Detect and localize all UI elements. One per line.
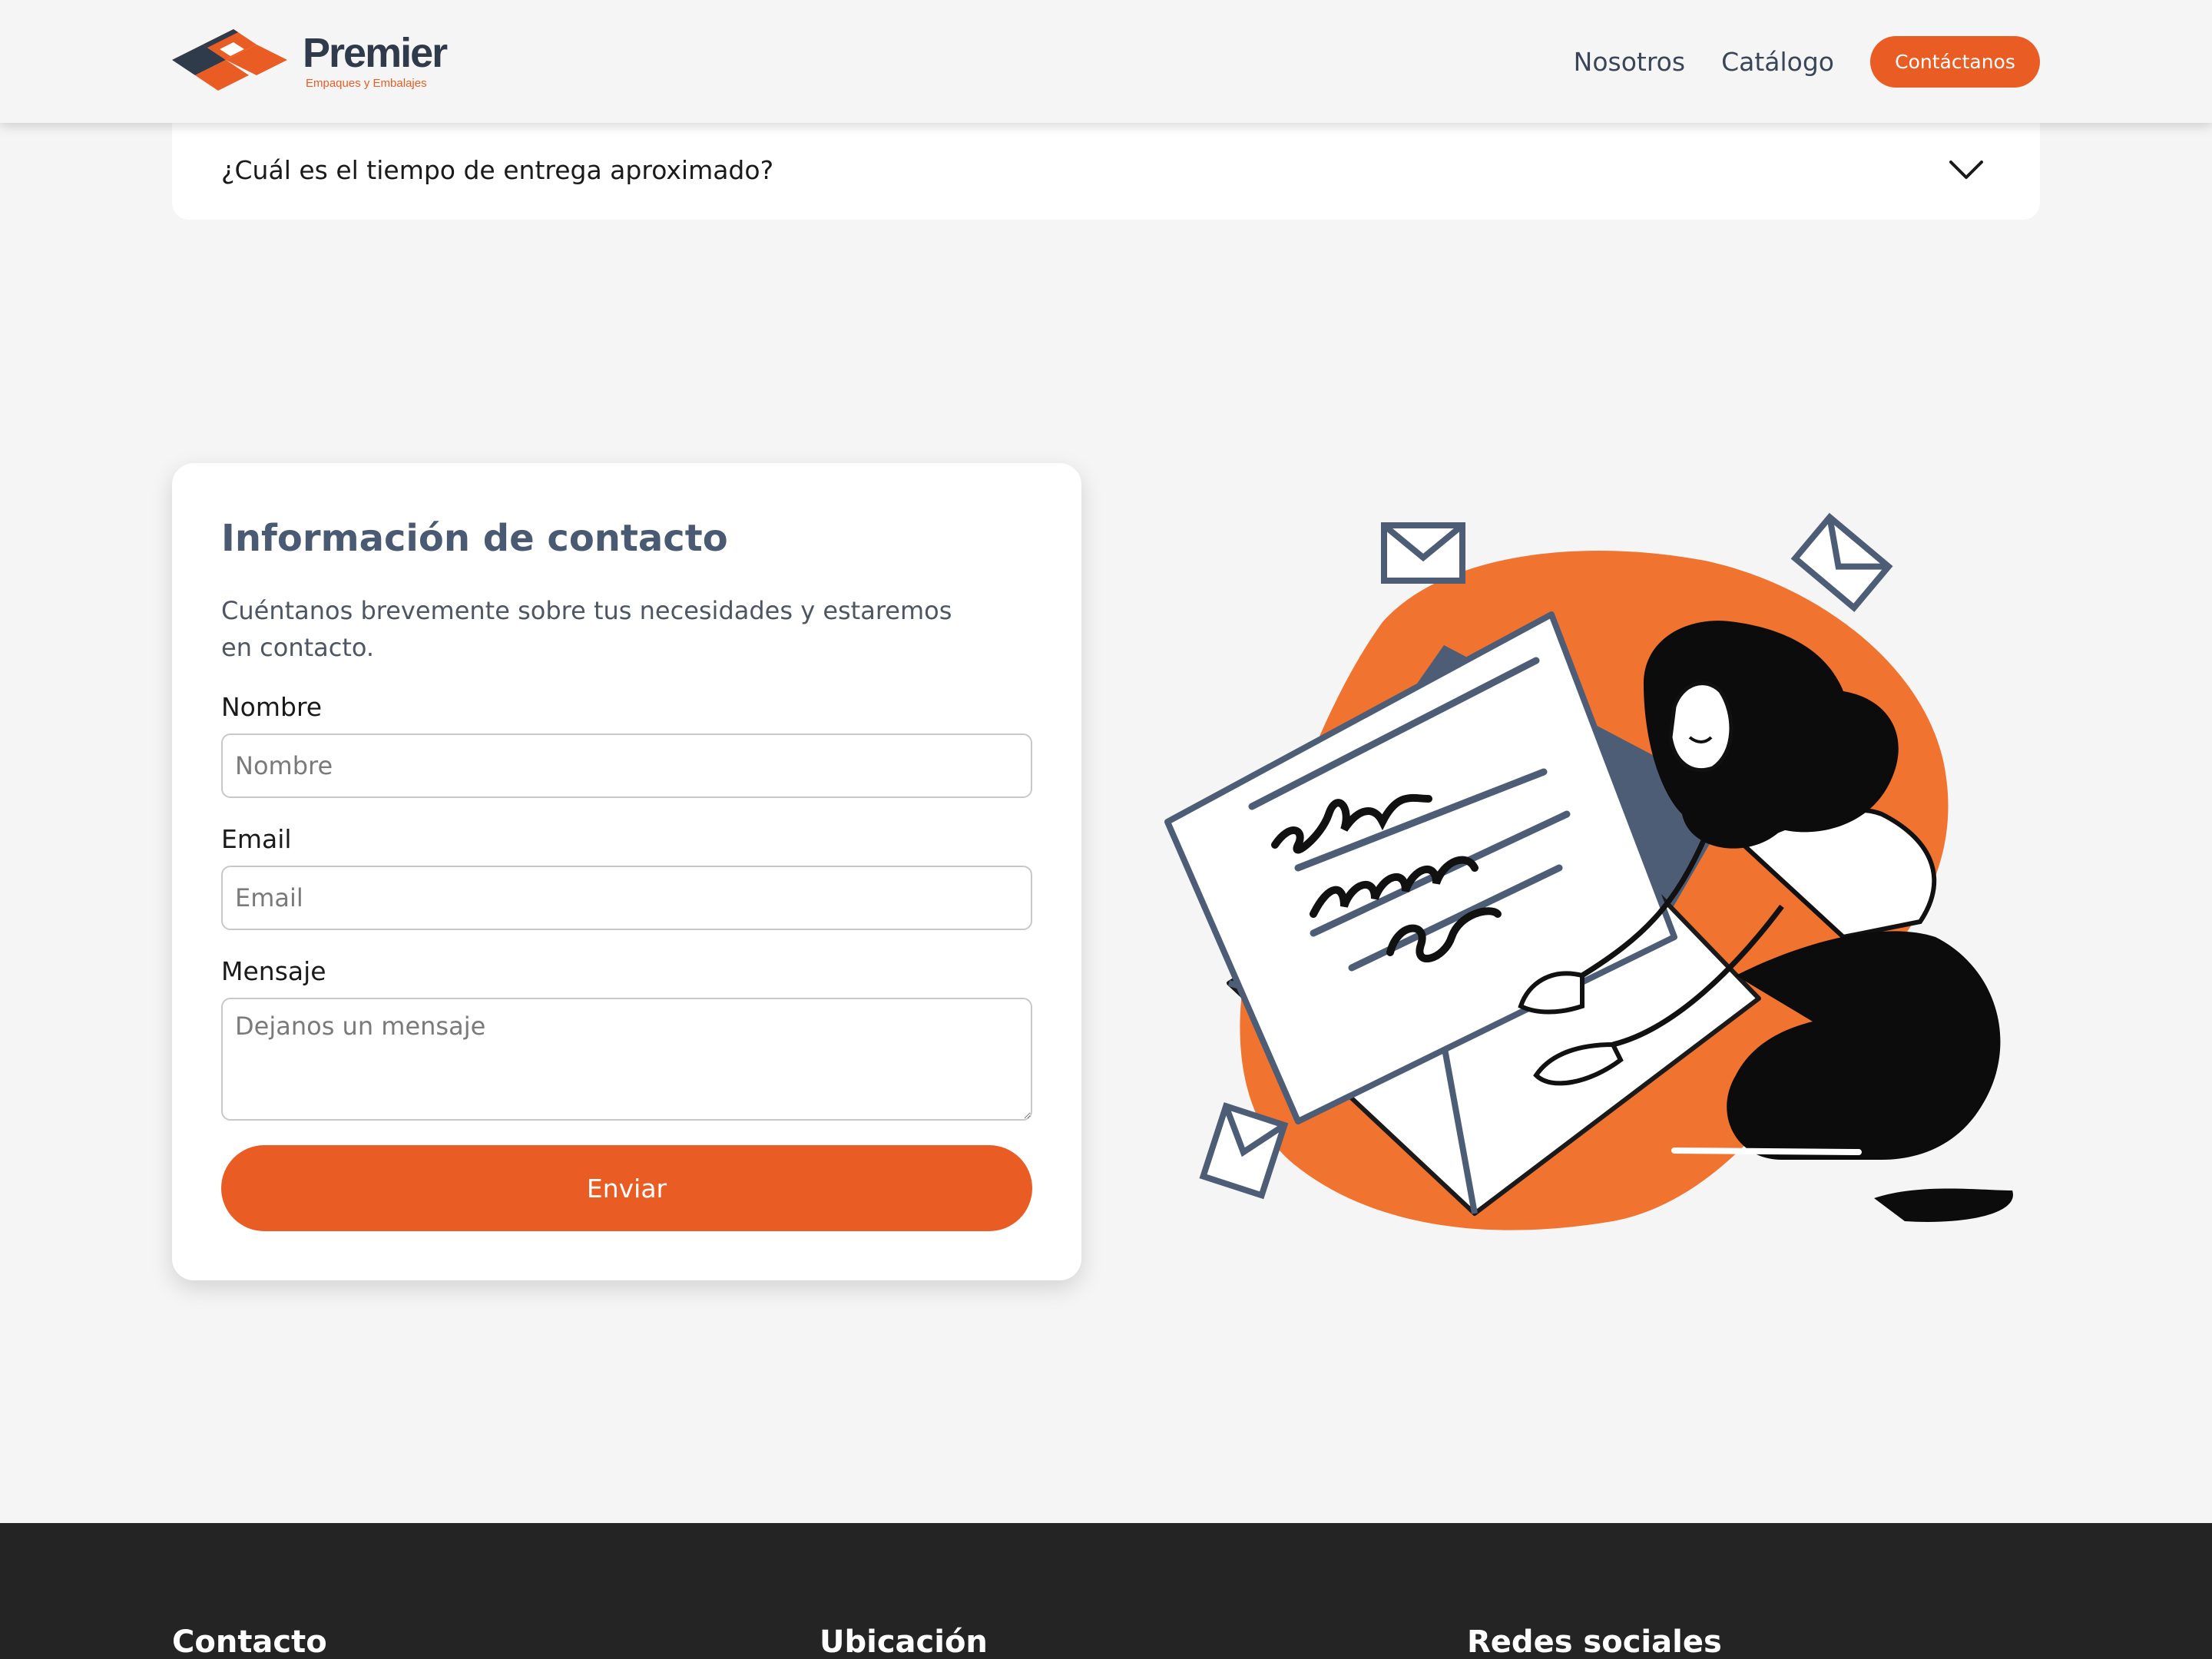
contact-illustration bbox=[1152, 507, 2028, 1244]
chevron-down-icon[interactable] bbox=[1948, 158, 1985, 181]
premier-logo-mark-icon bbox=[172, 29, 287, 91]
name-input[interactable] bbox=[221, 733, 1032, 798]
woman-with-letter-illustration bbox=[1164, 512, 2013, 1230]
footer-heading-ubicacion: Ubicación bbox=[820, 1624, 988, 1659]
submit-button[interactable]: Enviar bbox=[221, 1145, 1032, 1231]
message-textarea[interactable] bbox=[221, 998, 1032, 1121]
site-footer: Contacto Ubicación Redes sociales bbox=[0, 1523, 2212, 1659]
brand-logo[interactable]: Premier Empaques y Embalajes bbox=[172, 23, 472, 97]
contact-cta-button[interactable]: Contáctanos bbox=[1870, 35, 2040, 88]
name-label: Nombre bbox=[221, 692, 323, 722]
email-label: Email bbox=[221, 824, 292, 854]
message-label: Mensaje bbox=[221, 956, 326, 986]
email-input[interactable] bbox=[221, 866, 1032, 930]
faq-item[interactable]: ¿Cuál es el tiempo de entrega aproximado… bbox=[172, 123, 2040, 220]
main-nav: Nosotros Catálogo Contáctanos bbox=[1574, 35, 2040, 88]
contact-description: Cuéntanos brevemente sobre tus necesidad… bbox=[221, 596, 952, 662]
footer-heading-contacto: Contacto bbox=[172, 1624, 327, 1659]
brand-tagline: Empaques y Embalajes bbox=[306, 77, 427, 90]
brand-name: Premier bbox=[303, 30, 448, 76]
faq-question: ¿Cuál es el tiempo de entrega aproximado… bbox=[221, 155, 774, 185]
footer-heading-redes: Redes sociales bbox=[1467, 1624, 1722, 1659]
site-header: Premier Empaques y Embalajes Nosotros Ca… bbox=[0, 0, 2212, 123]
contact-title: Información de contacto bbox=[221, 517, 728, 560]
nav-link-catalogo[interactable]: Catálogo bbox=[1721, 47, 1834, 77]
envelope-small-top-icon bbox=[1381, 522, 1465, 584]
contact-form-card: Información de contacto Cuéntanos brevem… bbox=[172, 463, 1081, 1280]
nav-link-nosotros[interactable]: Nosotros bbox=[1574, 47, 1685, 77]
